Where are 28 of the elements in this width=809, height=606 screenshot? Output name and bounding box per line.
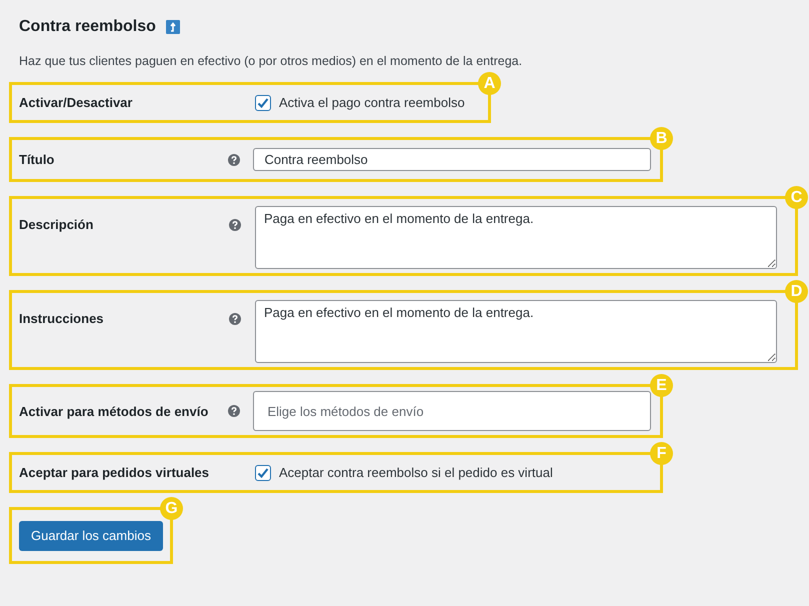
letter-badge: A [478,72,501,95]
field-label: Activar/Desactivar [19,95,134,110]
field-label: Descripción [19,216,94,232]
field-label: Activar para métodos de envío [19,404,210,418]
help-icon[interactable] [228,154,240,166]
letter-badge: D [785,280,808,303]
field-label: Título [19,152,56,167]
checkbox-label[interactable]: Aceptar contra reembolso si el pedido es virtual [279,465,553,480]
field-label: Aceptar para pedidos virtuales [19,465,210,480]
help-icon[interactable] [228,405,240,417]
text-area[interactable]: Paga en efectivo en el momento de la entrega. [255,206,777,269]
checkbox[interactable] [255,94,271,110]
field-label: Instrucciones [19,310,105,326]
help-icon[interactable] [229,219,241,231]
save-button[interactable]: Guardar los cambios [19,520,163,550]
section-description: Haz que tus clientes paguen en efectivo (o por otros medios) en el momento de la entrega. [19,54,524,68]
letter-badge: C [785,186,808,209]
help-icon[interactable] [229,313,241,325]
letter-badge: E [650,374,673,397]
letter-badge: G [160,497,183,520]
multi-select-field[interactable]: Elige los métodos de envío [253,391,651,431]
section-title: Contra reembolso [19,18,156,36]
checkbox-label[interactable]: Activa el pago contra reembolso [279,95,465,110]
text-area[interactable]: Paga en efectivo en el momento de la entrega. [255,300,777,363]
letter-badge: B [650,127,673,150]
title-input[interactable]: Contra reembolso [253,148,651,171]
letter-badge: F [650,442,673,465]
checkbox[interactable] [255,464,271,480]
